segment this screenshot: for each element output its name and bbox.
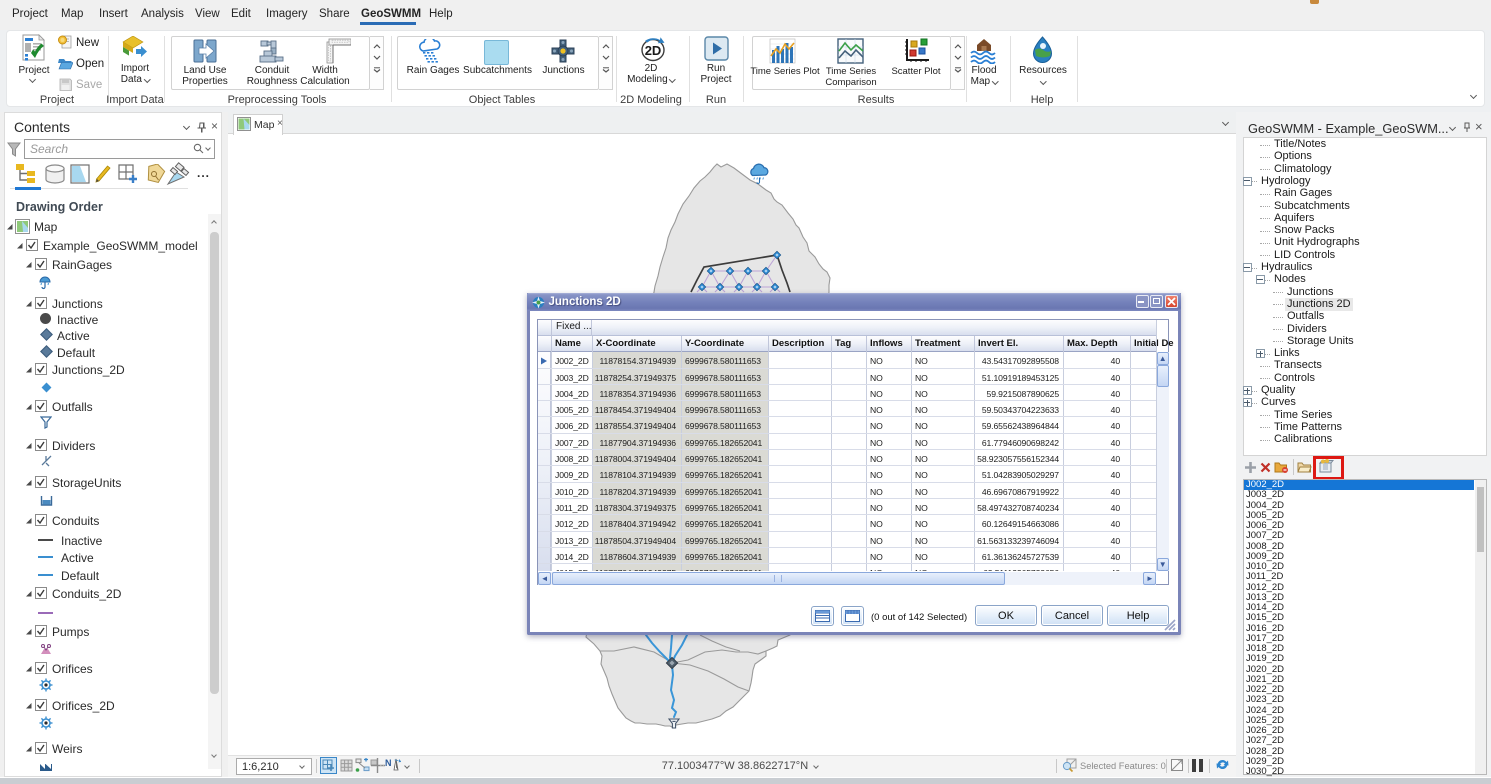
svg-text:2D: 2D <box>645 43 662 58</box>
svg-text:N: N <box>385 758 392 768</box>
